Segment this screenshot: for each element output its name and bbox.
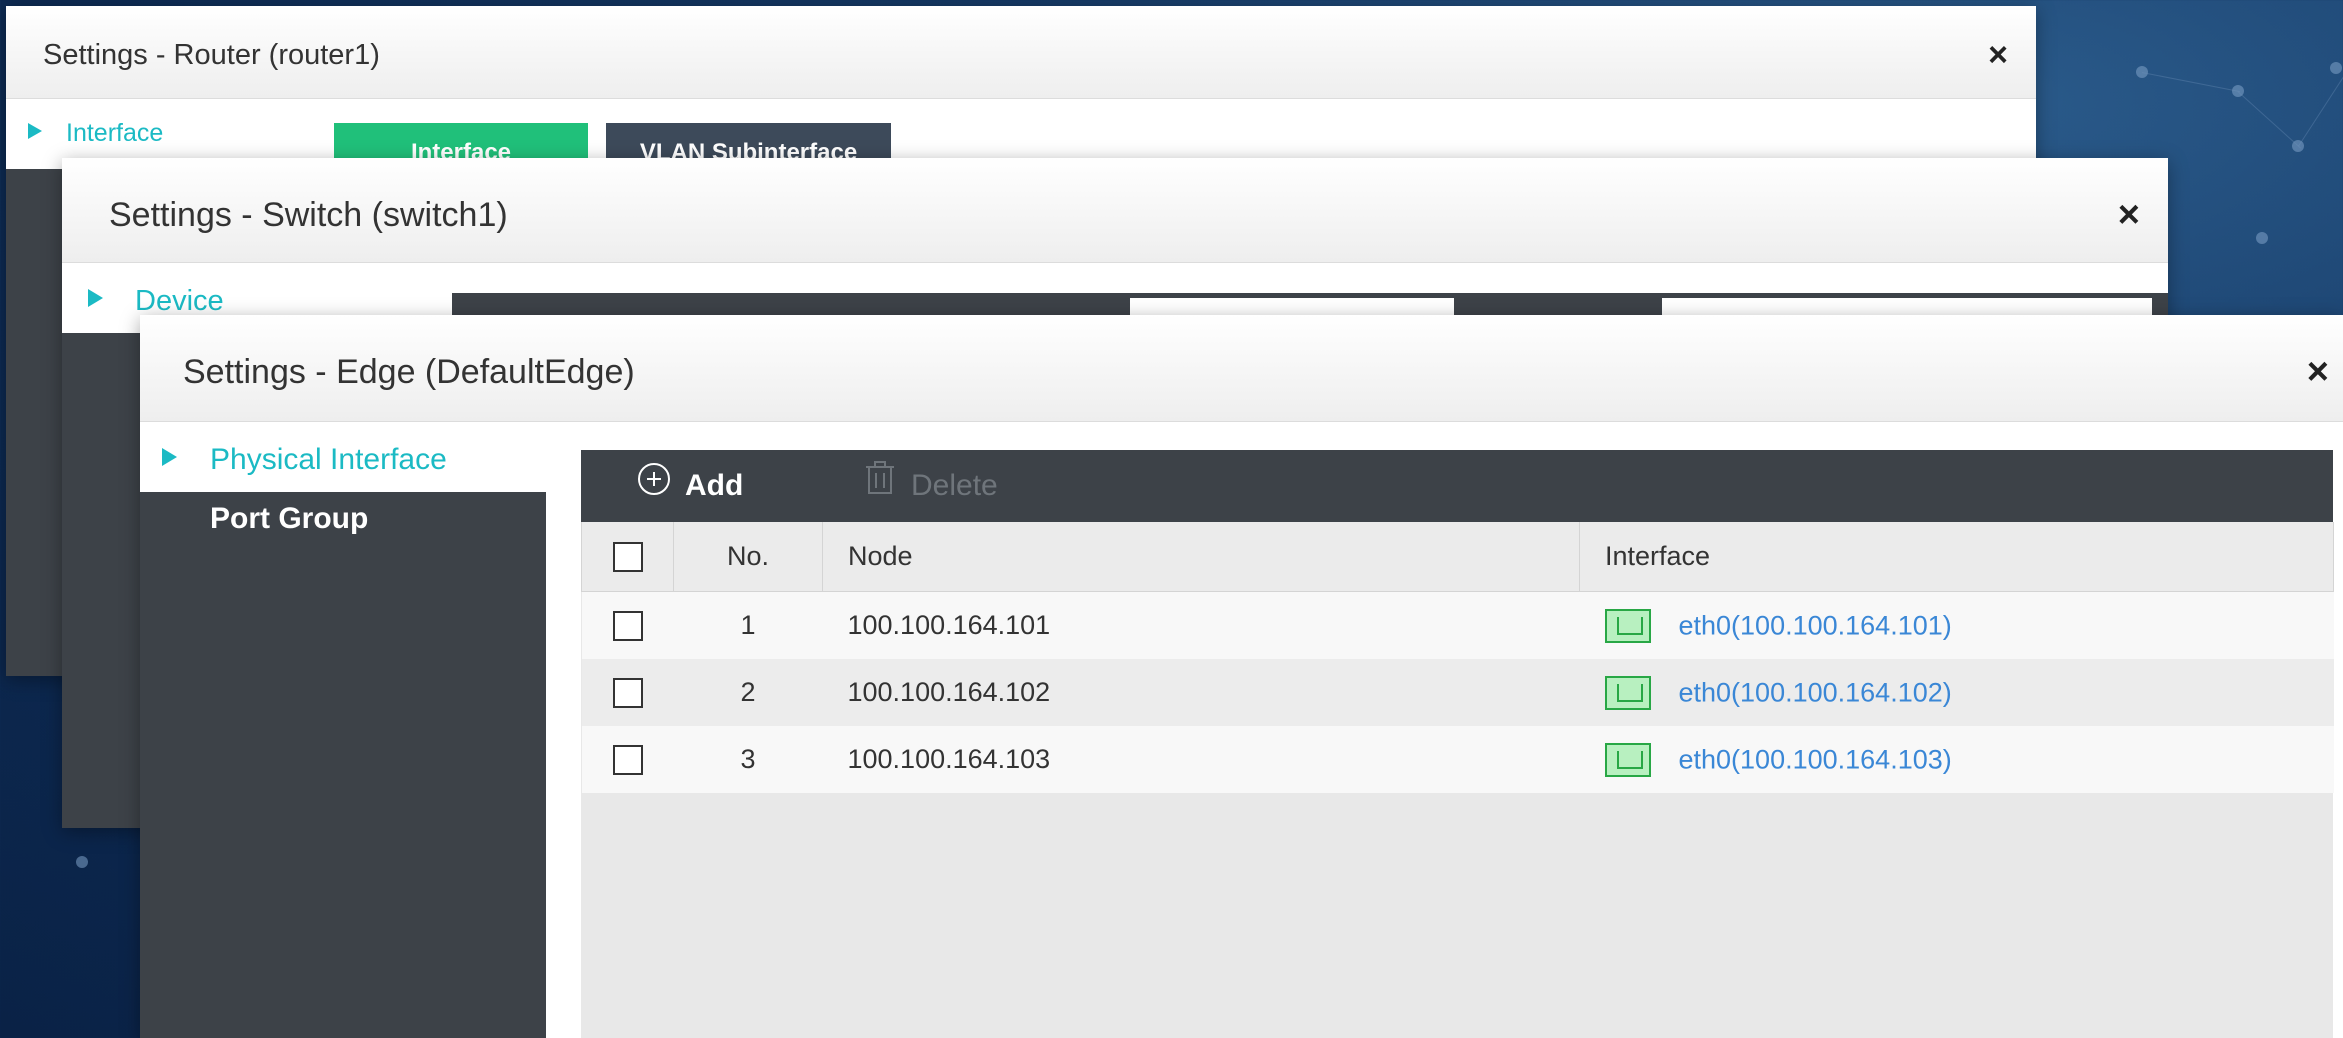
- router-close-icon[interactable]: ×: [1988, 36, 2008, 75]
- row-number: 2: [673, 659, 823, 726]
- delete-button-label: Delete: [911, 469, 998, 502]
- column-header-interface: Interface: [1579, 522, 2334, 592]
- expand-arrow-icon: [162, 448, 177, 466]
- expand-arrow-icon: [28, 123, 42, 139]
- sidebar-item-physical-interface[interactable]: Physical Interface: [140, 422, 546, 492]
- edge-sidebar: Physical Interface Port Group: [140, 422, 546, 1038]
- switch-sidebar-item-label: Device: [135, 285, 224, 317]
- switch-close-icon[interactable]: ×: [2118, 194, 2140, 237]
- sidebar-item-label: Port Group: [210, 502, 369, 535]
- table-row[interactable]: 1 100.100.164.101 eth0(100.100.164.101): [581, 591, 2334, 659]
- interface-link[interactable]: eth0(100.100.164.101): [1679, 610, 1952, 640]
- switch-window-header: Settings - Switch (switch1) ×: [62, 158, 2168, 263]
- select-all-cell: [581, 522, 674, 592]
- row-checkbox[interactable]: [612, 745, 643, 776]
- router-window-title: Settings - Router (router1): [43, 39, 380, 71]
- add-button-label: Add: [685, 469, 744, 502]
- select-all-checkbox[interactable]: [612, 542, 643, 573]
- edge-window-title: Settings - Edge (DefaultEdge): [183, 353, 635, 391]
- router-sidebar-item-label: Interface: [66, 119, 164, 147]
- sidebar-item-label: Physical Interface: [210, 443, 447, 476]
- expand-arrow-icon: [88, 289, 103, 307]
- ethernet-port-icon: [1604, 608, 1651, 643]
- edge-settings-window: Settings - Edge (DefaultEdge) × Physical…: [140, 315, 2343, 1038]
- interface-link[interactable]: eth0(100.100.164.103): [1679, 744, 1952, 774]
- switch-window-title: Settings - Switch (switch1): [109, 196, 508, 234]
- bg-link: [2237, 91, 2302, 149]
- bg-node: [2256, 232, 2268, 244]
- table-row[interactable]: 3 100.100.164.103 eth0(100.100.164.103): [581, 726, 2334, 793]
- interface-table: No. Node Interface 1 100.100.164.101 eth…: [581, 522, 2334, 793]
- delete-button[interactable]: Delete: [863, 450, 998, 522]
- row-checkbox[interactable]: [612, 611, 643, 642]
- bg-link: [2141, 72, 2241, 93]
- row-checkbox[interactable]: [612, 678, 643, 709]
- router-window-header: Settings - Router (router1) ×: [6, 6, 2036, 99]
- sidebar-item-port-group[interactable]: Port Group: [140, 492, 546, 562]
- bg-node: [76, 856, 88, 868]
- row-checkbox-cell: [581, 591, 674, 659]
- column-header-node: Node: [822, 522, 1580, 592]
- ethernet-port-icon: [1604, 742, 1651, 777]
- ethernet-port-icon: [1604, 675, 1651, 710]
- edge-window-header: Settings - Edge (DefaultEdge) ×: [140, 315, 2343, 422]
- row-number: 1: [673, 591, 823, 659]
- table-toolbar: Add Delete: [581, 450, 2333, 522]
- row-node: 100.100.164.103: [822, 726, 1580, 793]
- table-row[interactable]: 2 100.100.164.102 eth0(100.100.164.102): [581, 659, 2334, 726]
- trash-icon: [863, 451, 897, 523]
- plus-circle-icon: [637, 451, 671, 523]
- interface-link[interactable]: eth0(100.100.164.102): [1679, 677, 1952, 707]
- row-node: 100.100.164.102: [822, 659, 1580, 726]
- row-checkbox-cell: [581, 726, 674, 793]
- bg-node: [2330, 62, 2342, 74]
- add-button[interactable]: Add: [637, 450, 743, 522]
- row-interface-cell: eth0(100.100.164.102): [1579, 659, 2334, 726]
- column-header-no: No.: [673, 522, 823, 592]
- row-interface-cell: eth0(100.100.164.103): [1579, 726, 2334, 793]
- interface-panel: Add Delete No. Node Interface 1 100.100.…: [581, 450, 2334, 1038]
- row-node: 100.100.164.101: [822, 591, 1580, 659]
- row-number: 3: [673, 726, 823, 793]
- table-header-row: No. Node Interface: [581, 522, 2334, 592]
- edge-close-icon[interactable]: ×: [2307, 351, 2329, 394]
- row-checkbox-cell: [581, 659, 674, 726]
- bg-link: [2298, 62, 2343, 147]
- row-interface-cell: eth0(100.100.164.101): [1579, 591, 2334, 659]
